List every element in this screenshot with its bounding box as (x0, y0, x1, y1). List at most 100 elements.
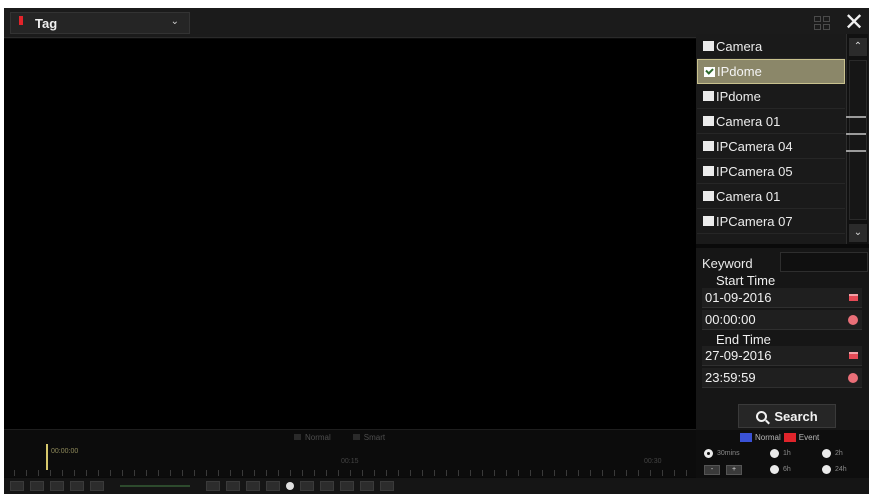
fullscreen-icon[interactable] (380, 481, 394, 491)
checkbox[interactable] (703, 216, 714, 226)
calendar-icon[interactable] (849, 294, 858, 301)
radio-icon[interactable] (770, 465, 779, 474)
audio-icon[interactable] (90, 481, 104, 491)
chevron-down-icon: ⌄ (170, 16, 179, 27)
camera-list-scrollbar[interactable]: ⌃ ⌄ (846, 34, 868, 244)
camera-list-item[interactable]: IPdome (697, 59, 845, 84)
timeline-legend: Normal Smart (294, 433, 385, 442)
end-time-value: 23:59:59 (705, 370, 756, 385)
radio-icon[interactable] (822, 465, 831, 474)
keyword-label: Keyword (702, 256, 753, 271)
grid-view-icon[interactable] (812, 14, 832, 32)
camera-name: Camera 01 (716, 113, 781, 129)
radio-selected-icon[interactable] (704, 449, 713, 458)
camera-name: Camera (716, 38, 763, 54)
checkbox[interactable] (703, 191, 714, 201)
checkbox[interactable] (703, 41, 714, 51)
timeline-mid-label: 00:15 (341, 458, 359, 465)
span-option-1h[interactable]: 1h (770, 449, 791, 458)
playback-control-toolbar (4, 478, 869, 494)
play-icon[interactable] (286, 482, 294, 490)
reverse-play-icon[interactable] (206, 481, 220, 491)
clock-icon[interactable] (848, 315, 858, 325)
end-date-value: 27-09-2016 (705, 348, 772, 363)
camera-name: IPdome (717, 64, 762, 79)
volume-slider[interactable] (120, 485, 190, 487)
timeline-options: Normal Event 30mins 1h 2h - + 6h 24h (696, 430, 869, 478)
lock-icon[interactable] (70, 481, 84, 491)
span-label: 30mins (717, 450, 740, 457)
tag-marker-icon (19, 15, 23, 25)
search-icon (756, 410, 768, 422)
timeline-cursor[interactable] (46, 444, 48, 470)
span-label: 2h (835, 450, 843, 457)
search-button-label: Search (774, 408, 818, 424)
camera-list-item[interactable]: IPCamera 07 (697, 209, 845, 234)
zoom-in-button[interactable]: + (726, 465, 742, 475)
search-button[interactable]: Search (738, 404, 836, 428)
legend-smart: Smart (353, 433, 385, 442)
pause-icon[interactable] (226, 481, 240, 491)
span-label: 24h (835, 466, 847, 473)
mode-dropdown[interactable]: Tag ⌄ (10, 12, 190, 34)
event-legend-label: Event (798, 433, 820, 442)
tag-edit-icon[interactable] (50, 481, 64, 491)
span-option-6h[interactable]: 6h (770, 465, 791, 474)
end-date-field[interactable]: 27-09-2016 (702, 346, 862, 366)
tag-add-icon[interactable] (30, 481, 44, 491)
video-playback-area[interactable] (4, 39, 696, 429)
end-time-field[interactable]: 23:59:59 (702, 368, 862, 388)
checkbox[interactable] (703, 166, 714, 176)
scroll-tick-mark (846, 150, 866, 152)
end-time-label: End Time (716, 332, 771, 347)
span-option-30mins[interactable]: 30mins (704, 449, 740, 458)
keyword-input[interactable] (780, 252, 868, 272)
camera-list-item[interactable]: IPCamera 05 (697, 159, 845, 184)
span-option-24h[interactable]: 24h (822, 465, 847, 474)
scroll-tick-mark (846, 116, 866, 118)
span-label: 6h (783, 466, 791, 473)
checkbox-checked[interactable] (704, 66, 715, 77)
camera-name: IPCamera 05 (716, 163, 793, 179)
playback-tag-window: Tag ⌄ ✕ Camera IPdome IPdome Camera 01 I… (4, 8, 869, 494)
scroll-up-icon[interactable]: ⌃ (849, 38, 867, 56)
fast-forward-icon[interactable] (320, 481, 334, 491)
zoom-icon[interactable] (300, 481, 314, 491)
checkbox[interactable] (703, 116, 714, 126)
radio-icon[interactable] (770, 449, 779, 458)
start-date-field[interactable]: 01-09-2016 (702, 288, 862, 308)
stop-icon[interactable] (246, 481, 260, 491)
mode-dropdown-label: Tag (35, 15, 58, 31)
search-panel: Keyword Start Time 01-09-2016 00:00:00 E… (696, 248, 869, 430)
legend-normal: Normal (294, 433, 331, 442)
camera-list-item[interactable]: IPdome (697, 84, 845, 109)
prev-day-icon[interactable] (340, 481, 354, 491)
event-color-swatch (783, 433, 796, 442)
calendar-icon[interactable] (849, 352, 858, 359)
zoom-out-button[interactable]: - (704, 465, 720, 475)
span-option-2h[interactable]: 2h (822, 449, 843, 458)
start-time-field[interactable]: 00:00:00 (702, 310, 862, 330)
scroll-thumb[interactable] (849, 60, 867, 220)
timeline-bar[interactable]: Normal Smart 00:00:00 00:15 00:30 (4, 429, 696, 477)
checkbox[interactable] (703, 141, 714, 151)
camera-list-item[interactable]: Camera 01 (697, 109, 845, 134)
camera-name: IPdome (716, 88, 761, 104)
clip-icon[interactable] (10, 481, 24, 491)
camera-list-item[interactable]: IPCamera 04 (697, 134, 845, 159)
normal-legend-label: Normal (755, 433, 781, 442)
start-time-label: Start Time (716, 273, 776, 288)
slow-forward-icon[interactable] (266, 481, 280, 491)
cursor-time-label: 00:00:00 (51, 448, 79, 455)
timeline-end-label: 00:30 (644, 458, 662, 465)
next-day-icon[interactable] (360, 481, 374, 491)
scroll-down-icon[interactable]: ⌄ (849, 224, 867, 242)
camera-name: IPCamera 07 (716, 213, 793, 229)
camera-list-item[interactable]: Camera (697, 34, 845, 59)
close-icon[interactable]: ✕ (842, 10, 866, 36)
checkbox[interactable] (703, 91, 714, 101)
radio-icon[interactable] (822, 449, 831, 458)
start-date-value: 01-09-2016 (705, 290, 772, 305)
clock-icon[interactable] (848, 373, 858, 383)
camera-list-item[interactable]: Camera 01 (697, 184, 845, 209)
